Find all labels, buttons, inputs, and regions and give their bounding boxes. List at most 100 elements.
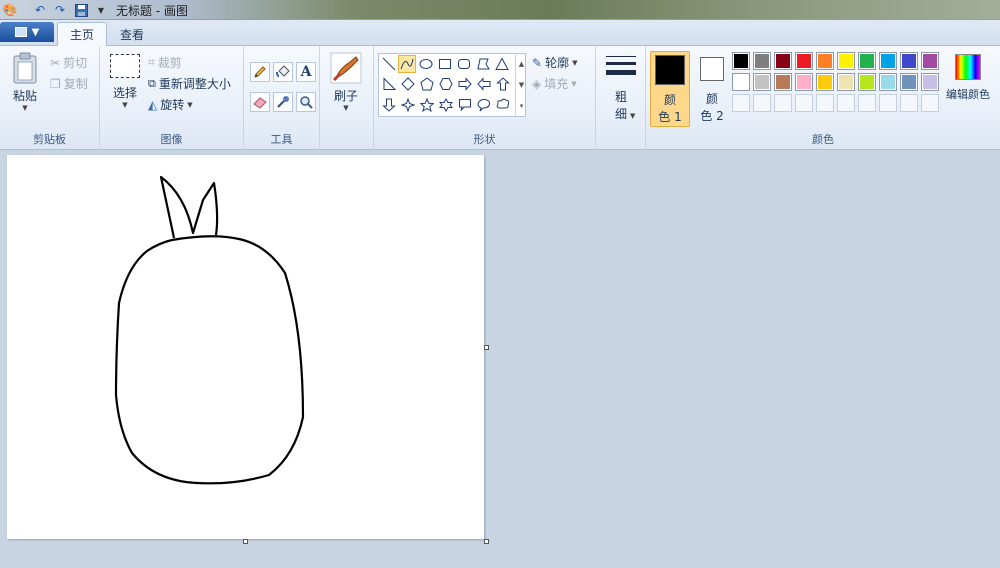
palette-swatch[interactable] — [837, 73, 855, 91]
six-point-star-shape-icon[interactable] — [437, 96, 455, 114]
palette-swatch[interactable] — [900, 52, 918, 70]
select-label: 选择 — [112, 86, 137, 100]
outline-button[interactable]: ✎ 轮廓 ▼ — [532, 54, 577, 71]
size-group: 粗 细 ▼ — [596, 46, 646, 150]
custom-color-slot[interactable] — [774, 94, 792, 112]
palette-swatch[interactable] — [732, 52, 750, 70]
rect-callout-shape-icon[interactable] — [456, 96, 474, 114]
curve-shape-icon[interactable] — [398, 55, 416, 73]
undo-icon[interactable]: ↶ — [32, 2, 48, 18]
palette-swatch[interactable] — [858, 52, 876, 70]
custom-color-slot[interactable] — [816, 94, 834, 112]
rounded-rectangle-shape-icon[interactable] — [455, 55, 473, 73]
custom-color-slot[interactable] — [879, 94, 897, 112]
pentagon-shape-icon[interactable] — [418, 75, 436, 93]
line-shape-icon[interactable] — [380, 55, 398, 73]
hexagon-shape-icon[interactable] — [437, 75, 455, 93]
fill-bucket-icon[interactable] — [273, 62, 293, 82]
palette-swatch[interactable] — [816, 52, 834, 70]
image-group: 选择 ▼ ⌗ 裁剪 ⧉ 重新调整大小 ◭ 旋转 ▼ 图像 — [100, 46, 244, 150]
scroll-up-icon[interactable]: ▲ — [519, 60, 524, 68]
diamond-shape-icon[interactable] — [399, 75, 417, 93]
palette-swatch[interactable] — [879, 52, 897, 70]
oval-shape-icon[interactable] — [417, 55, 435, 73]
palette-swatch[interactable] — [816, 73, 834, 91]
palette-swatch[interactable] — [795, 52, 813, 70]
color1-swatch — [655, 55, 685, 85]
palette-swatch[interactable] — [774, 52, 792, 70]
palette-swatch[interactable] — [900, 73, 918, 91]
save-icon[interactable] — [73, 2, 89, 18]
rectangle-shape-icon[interactable] — [436, 55, 454, 73]
pencil-icon[interactable] — [250, 62, 270, 82]
color-picker-icon[interactable] — [273, 92, 293, 112]
select-button[interactable]: 选择 ▼ — [108, 54, 142, 109]
five-point-star-shape-icon[interactable] — [418, 96, 436, 114]
redo-icon[interactable]: ↷ — [52, 2, 68, 18]
palette-swatch[interactable] — [795, 73, 813, 91]
palette-swatch[interactable] — [921, 73, 939, 91]
polygon-shape-icon[interactable] — [474, 55, 492, 73]
custom-color-slot[interactable] — [921, 94, 939, 112]
drawing-canvas[interactable] — [7, 155, 484, 539]
line-size-icon — [606, 56, 636, 75]
chevron-down-icon: ▼ — [22, 104, 28, 112]
right-arrow-shape-icon[interactable] — [456, 75, 474, 93]
custom-color-slot[interactable] — [858, 94, 876, 112]
down-arrow-shape-icon[interactable] — [380, 96, 398, 114]
resize-handle-bottom[interactable] — [243, 539, 248, 544]
triangle-shape-icon[interactable] — [493, 55, 511, 73]
custom-color-slot[interactable] — [837, 94, 855, 112]
magnifier-icon[interactable] — [296, 92, 316, 112]
custom-color-slot[interactable] — [795, 94, 813, 112]
colors-group: 颜 色 1 颜 色 2 编辑颜色 颜色 — [646, 46, 1000, 150]
left-arrow-shape-icon[interactable] — [475, 75, 493, 93]
custom-color-slot[interactable] — [732, 94, 750, 112]
color1-button[interactable]: 颜 色 1 — [650, 51, 690, 127]
eraser-icon[interactable] — [250, 92, 270, 112]
tab-home[interactable]: 主页 — [57, 22, 108, 46]
tab-view[interactable]: 查看 — [108, 22, 156, 46]
custom-color-slot[interactable] — [753, 94, 771, 112]
fill-button[interactable]: ◈ 填充 ▼ — [532, 75, 577, 92]
shapes-scrollbar[interactable]: ▲ ▼ ▾ — [515, 53, 527, 117]
crop-label: 裁剪 — [157, 56, 182, 70]
four-point-star-shape-icon[interactable] — [399, 96, 417, 114]
app-menu-button[interactable]: ▼ — [0, 22, 54, 42]
custom-color-slot[interactable] — [900, 94, 918, 112]
gallery-more-icon[interactable]: ▾ — [520, 102, 524, 110]
cloud-callout-shape-icon[interactable] — [494, 96, 512, 114]
paste-button[interactable]: 粘贴 ▼ — [8, 52, 42, 112]
rotate-button[interactable]: ◭ 旋转 ▼ — [148, 96, 193, 113]
palette-swatch[interactable] — [732, 73, 750, 91]
brushes-button[interactable]: 刷子 ▼ — [329, 52, 363, 112]
oval-callout-shape-icon[interactable] — [475, 96, 493, 114]
palette-swatch[interactable] — [753, 52, 771, 70]
up-arrow-shape-icon[interactable] — [494, 75, 512, 93]
customize-qat-icon[interactable]: ▼ — [93, 2, 109, 18]
paint-app-icon[interactable]: 🎨 — [2, 2, 18, 18]
crop-button[interactable]: ⌗ 裁剪 — [148, 54, 182, 71]
shapes-group-label: 形状 — [473, 133, 496, 146]
palette-swatch[interactable] — [837, 52, 855, 70]
palette-swatch[interactable] — [858, 73, 876, 91]
copy-button[interactable]: ❐ 复制 — [50, 75, 88, 92]
palette-swatch[interactable] — [921, 52, 939, 70]
resize-handle-right[interactable] — [484, 345, 489, 350]
clipboard-group-label: 剪贴板 — [33, 133, 66, 146]
cut-button[interactable]: ✂ 剪切 — [50, 54, 87, 71]
edit-colors-button[interactable]: 编辑颜色 — [943, 54, 993, 102]
scroll-down-icon[interactable]: ▼ — [519, 81, 524, 89]
selection-icon — [110, 54, 140, 78]
size-button[interactable]: 粗 细 ▼ — [602, 54, 640, 122]
scissors-icon: ✂ — [50, 55, 61, 70]
color2-button[interactable]: 颜 色 2 — [694, 51, 730, 127]
resize-handle-corner[interactable] — [484, 539, 489, 544]
palette-swatch[interactable] — [879, 73, 897, 91]
resize-button[interactable]: ⧉ 重新调整大小 — [148, 75, 231, 92]
palette-swatch[interactable] — [774, 73, 792, 91]
text-tool-icon[interactable]: A — [296, 62, 316, 82]
cut-label: 剪切 — [63, 56, 88, 70]
right-triangle-shape-icon[interactable] — [380, 75, 398, 93]
palette-swatch[interactable] — [753, 73, 771, 91]
